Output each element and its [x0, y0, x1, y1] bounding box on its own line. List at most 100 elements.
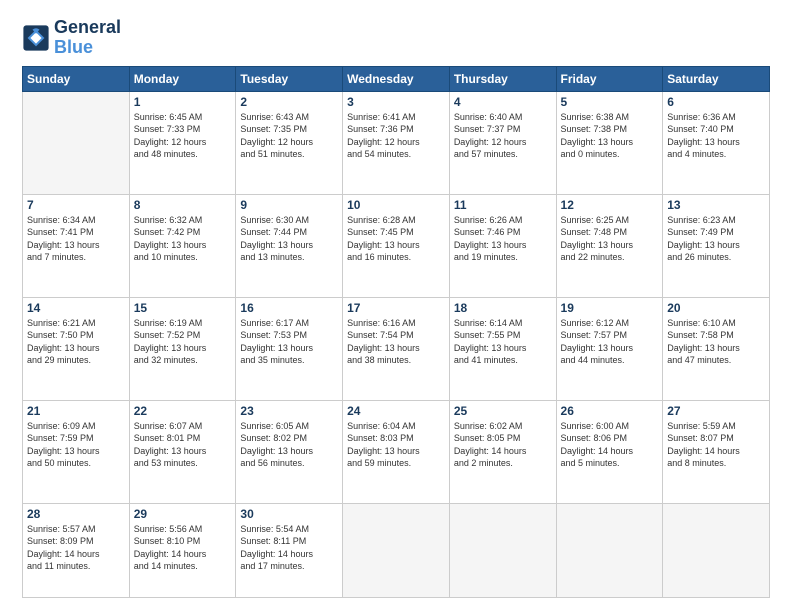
- calendar-cell: [23, 91, 130, 194]
- day-info: Sunrise: 6:02 AM Sunset: 8:05 PM Dayligh…: [454, 420, 552, 470]
- day-info: Sunrise: 6:36 AM Sunset: 7:40 PM Dayligh…: [667, 111, 765, 161]
- day-number: 19: [561, 301, 659, 315]
- calendar-cell: 24 Sunrise: 6:04 AM Sunset: 8:03 PM Dayli…: [343, 400, 450, 503]
- day-number: 6: [667, 95, 765, 109]
- calendar-cell: 29 Sunrise: 5:56 AM Sunset: 8:10 PM Dayli…: [129, 503, 236, 597]
- calendar-cell: [449, 503, 556, 597]
- day-number: 2: [240, 95, 338, 109]
- day-number: 30: [240, 507, 338, 521]
- day-info: Sunrise: 6:40 AM Sunset: 7:37 PM Dayligh…: [454, 111, 552, 161]
- day-number: 1: [134, 95, 232, 109]
- calendar-week-1: 1 Sunrise: 6:45 AM Sunset: 7:33 PM Daylig…: [23, 91, 770, 194]
- day-number: 21: [27, 404, 125, 418]
- day-number: 8: [134, 198, 232, 212]
- day-info: Sunrise: 6:14 AM Sunset: 7:55 PM Dayligh…: [454, 317, 552, 367]
- day-info: Sunrise: 6:21 AM Sunset: 7:50 PM Dayligh…: [27, 317, 125, 367]
- weekday-header-friday: Friday: [556, 66, 663, 91]
- calendar-cell: [343, 503, 450, 597]
- day-number: 15: [134, 301, 232, 315]
- day-info: Sunrise: 5:56 AM Sunset: 8:10 PM Dayligh…: [134, 523, 232, 573]
- calendar-cell: 11Sunrise: 6:26 AM Sunset: 7:46 PM Dayli…: [449, 194, 556, 297]
- calendar-cell: 12Sunrise: 6:25 AM Sunset: 7:48 PM Dayli…: [556, 194, 663, 297]
- day-number: 24: [347, 404, 445, 418]
- day-number: 14: [27, 301, 125, 315]
- weekday-header-wednesday: Wednesday: [343, 66, 450, 91]
- day-info: Sunrise: 6:30 AM Sunset: 7:44 PM Dayligh…: [240, 214, 338, 264]
- calendar-week-5: 28 Sunrise: 5:57 AM Sunset: 8:09 PM Dayli…: [23, 503, 770, 597]
- calendar-cell: 2 Sunrise: 6:43 AM Sunset: 7:35 PM Daylig…: [236, 91, 343, 194]
- calendar-cell: 17Sunrise: 6:16 AM Sunset: 7:54 PM Dayli…: [343, 297, 450, 400]
- calendar-cell: 8 Sunrise: 6:32 AM Sunset: 7:42 PM Daylig…: [129, 194, 236, 297]
- day-info: Sunrise: 6:43 AM Sunset: 7:35 PM Dayligh…: [240, 111, 338, 161]
- day-number: 23: [240, 404, 338, 418]
- day-info: Sunrise: 5:57 AM Sunset: 8:09 PM Dayligh…: [27, 523, 125, 573]
- day-info: Sunrise: 6:25 AM Sunset: 7:48 PM Dayligh…: [561, 214, 659, 264]
- day-info: Sunrise: 6:09 AM Sunset: 7:59 PM Dayligh…: [27, 420, 125, 470]
- calendar-table: SundayMondayTuesdayWednesdayThursdayFrid…: [22, 66, 770, 598]
- calendar-cell: 4Sunrise: 6:40 AM Sunset: 7:37 PM Daylig…: [449, 91, 556, 194]
- calendar-header: SundayMondayTuesdayWednesdayThursdayFrid…: [23, 66, 770, 91]
- day-info: Sunrise: 6:04 AM Sunset: 8:03 PM Dayligh…: [347, 420, 445, 470]
- calendar-week-3: 14 Sunrise: 6:21 AM Sunset: 7:50 PM Dayli…: [23, 297, 770, 400]
- logo-icon: [22, 24, 50, 52]
- day-number: 5: [561, 95, 659, 109]
- day-info: Sunrise: 6:10 AM Sunset: 7:58 PM Dayligh…: [667, 317, 765, 367]
- calendar-cell: 13Sunrise: 6:23 AM Sunset: 7:49 PM Dayli…: [663, 194, 770, 297]
- calendar-cell: 23 Sunrise: 6:05 AM Sunset: 8:02 PM Dayli…: [236, 400, 343, 503]
- day-info: Sunrise: 5:59 AM Sunset: 8:07 PM Dayligh…: [667, 420, 765, 470]
- calendar-cell: 22Sunrise: 6:07 AM Sunset: 8:01 PM Dayli…: [129, 400, 236, 503]
- day-info: Sunrise: 6:26 AM Sunset: 7:46 PM Dayligh…: [454, 214, 552, 264]
- calendar-cell: 5Sunrise: 6:38 AM Sunset: 7:38 PM Daylig…: [556, 91, 663, 194]
- day-number: 25: [454, 404, 552, 418]
- calendar-cell: 3Sunrise: 6:41 AM Sunset: 7:36 PM Daylig…: [343, 91, 450, 194]
- day-number: 7: [27, 198, 125, 212]
- calendar-cell: 21 Sunrise: 6:09 AM Sunset: 7:59 PM Dayli…: [23, 400, 130, 503]
- calendar-cell: [663, 503, 770, 597]
- calendar-cell: 26 Sunrise: 6:00 AM Sunset: 8:06 PM Dayli…: [556, 400, 663, 503]
- day-info: Sunrise: 6:28 AM Sunset: 7:45 PM Dayligh…: [347, 214, 445, 264]
- calendar-cell: 9Sunrise: 6:30 AM Sunset: 7:44 PM Daylig…: [236, 194, 343, 297]
- calendar-cell: 6 Sunrise: 6:36 AM Sunset: 7:40 PM Daylig…: [663, 91, 770, 194]
- weekday-header-sunday: Sunday: [23, 66, 130, 91]
- calendar-cell: 30 Sunrise: 5:54 AM Sunset: 8:11 PM Dayli…: [236, 503, 343, 597]
- calendar-week-2: 7 Sunrise: 6:34 AM Sunset: 7:41 PM Daylig…: [23, 194, 770, 297]
- day-info: Sunrise: 6:00 AM Sunset: 8:06 PM Dayligh…: [561, 420, 659, 470]
- day-info: Sunrise: 5:54 AM Sunset: 8:11 PM Dayligh…: [240, 523, 338, 573]
- day-number: 10: [347, 198, 445, 212]
- day-info: Sunrise: 6:34 AM Sunset: 7:41 PM Dayligh…: [27, 214, 125, 264]
- day-info: Sunrise: 6:45 AM Sunset: 7:33 PM Dayligh…: [134, 111, 232, 161]
- day-info: Sunrise: 6:32 AM Sunset: 7:42 PM Dayligh…: [134, 214, 232, 264]
- weekday-header-monday: Monday: [129, 66, 236, 91]
- day-info: Sunrise: 6:23 AM Sunset: 7:49 PM Dayligh…: [667, 214, 765, 264]
- calendar-cell: 10 Sunrise: 6:28 AM Sunset: 7:45 PM Dayli…: [343, 194, 450, 297]
- calendar-cell: 14 Sunrise: 6:21 AM Sunset: 7:50 PM Dayli…: [23, 297, 130, 400]
- calendar-cell: [556, 503, 663, 597]
- calendar-page: GeneralBlue SundayMondayTuesdayWednesday…: [0, 0, 792, 612]
- day-number: 18: [454, 301, 552, 315]
- day-info: Sunrise: 6:19 AM Sunset: 7:52 PM Dayligh…: [134, 317, 232, 367]
- day-number: 26: [561, 404, 659, 418]
- calendar-cell: 15 Sunrise: 6:19 AM Sunset: 7:52 PM Dayli…: [129, 297, 236, 400]
- calendar-cell: 18 Sunrise: 6:14 AM Sunset: 7:55 PM Dayli…: [449, 297, 556, 400]
- weekday-header-thursday: Thursday: [449, 66, 556, 91]
- logo-text: GeneralBlue: [54, 18, 121, 58]
- day-info: Sunrise: 6:05 AM Sunset: 8:02 PM Dayligh…: [240, 420, 338, 470]
- calendar-cell: 1 Sunrise: 6:45 AM Sunset: 7:33 PM Daylig…: [129, 91, 236, 194]
- day-number: 17: [347, 301, 445, 315]
- day-number: 20: [667, 301, 765, 315]
- calendar-cell: 7 Sunrise: 6:34 AM Sunset: 7:41 PM Daylig…: [23, 194, 130, 297]
- day-number: 29: [134, 507, 232, 521]
- weekday-header-tuesday: Tuesday: [236, 66, 343, 91]
- day-number: 27: [667, 404, 765, 418]
- day-number: 28: [27, 507, 125, 521]
- day-number: 22: [134, 404, 232, 418]
- calendar-cell: 19Sunrise: 6:12 AM Sunset: 7:57 PM Dayli…: [556, 297, 663, 400]
- calendar-cell: 28 Sunrise: 5:57 AM Sunset: 8:09 PM Dayli…: [23, 503, 130, 597]
- weekday-header-saturday: Saturday: [663, 66, 770, 91]
- calendar-cell: 20 Sunrise: 6:10 AM Sunset: 7:58 PM Dayli…: [663, 297, 770, 400]
- calendar-cell: 16Sunrise: 6:17 AM Sunset: 7:53 PM Dayli…: [236, 297, 343, 400]
- day-number: 16: [240, 301, 338, 315]
- calendar-body: 1 Sunrise: 6:45 AM Sunset: 7:33 PM Daylig…: [23, 91, 770, 597]
- calendar-cell: 27 Sunrise: 5:59 AM Sunset: 8:07 PM Dayli…: [663, 400, 770, 503]
- logo: GeneralBlue: [22, 18, 121, 58]
